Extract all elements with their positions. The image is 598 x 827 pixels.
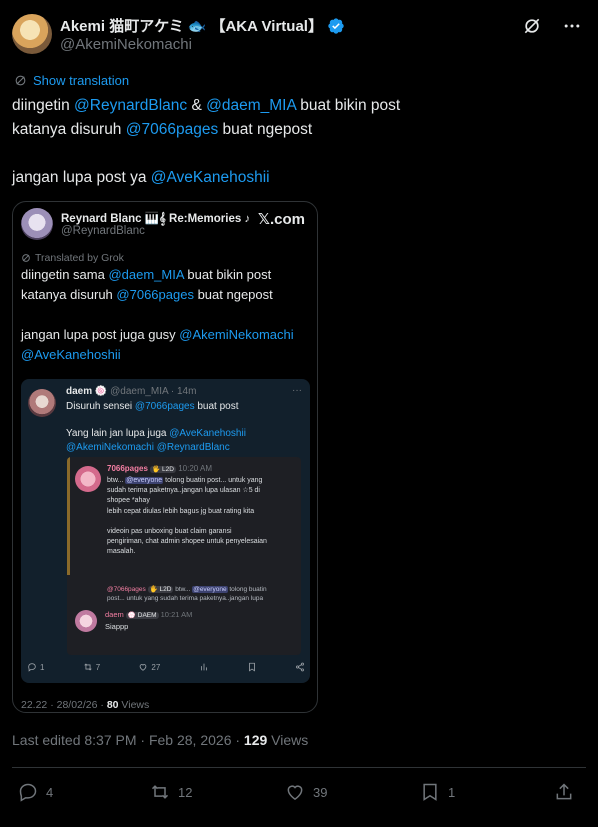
show-translation-link[interactable]: Show translation (14, 73, 129, 88)
edited-timestamp[interactable]: Last edited 8:37 PM · Feb 28, 2026 · 129… (12, 732, 308, 748)
mention-link[interactable]: @AkemiNekomachi (179, 327, 293, 342)
share-icon (296, 662, 304, 672)
bookmark-icon (423, 783, 437, 801)
stats-icon (200, 663, 207, 671)
reply-icon (19, 783, 37, 802)
mention-link[interactable]: @ReynardBlanc (74, 97, 187, 114)
discord-author: 7066pages 🖐 L2D 10:20 AM (107, 464, 213, 473)
discord-message: btw... @everyone tolong buatin post... u… (107, 477, 267, 556)
reply-count: 4 (46, 784, 54, 800)
highlight-bar (67, 457, 70, 575)
share-icon (556, 783, 572, 800)
author-display-name[interactable]: Akemi 猫町アケミ (60, 15, 184, 36)
embedded-bookmark (247, 662, 257, 672)
author-name[interactable]: Akemi 猫町アケミ 🐟 【AKA Virtual】 (60, 15, 345, 36)
discord-reply-preview: @7066pages 🖐 L2D btw... @everyone tolong… (107, 586, 267, 602)
divider (12, 767, 586, 768)
retweet-button[interactable]: 12 (150, 782, 192, 802)
embedded-avatar (28, 389, 56, 417)
quote-avatar[interactable] (21, 208, 53, 240)
embedded-text: Disuruh sensei @7066pages buat post Yang… (66, 401, 246, 453)
grok-icon (22, 254, 30, 262)
embedded-like: 27 (138, 662, 160, 672)
heart-icon (287, 785, 303, 800)
discord-avatar (75, 466, 101, 492)
show-translation-label[interactable]: Show translation (33, 73, 129, 88)
heart-icon (140, 664, 147, 671)
mention-link[interactable]: @7066pages (126, 121, 218, 138)
tweet-header: Akemi 猫町アケミ 🐟 【AKA Virtual】 @AkemiNekoma… (12, 14, 582, 56)
embedded-reply: 1 (27, 662, 44, 672)
quote-text: diingetin sama @daem_MIA buat bikin post… (21, 267, 294, 362)
quote-timestamp[interactable]: 22.22 · 28/02/26 · 80 Views (21, 699, 149, 711)
tweet-actions: 4 12 39 1 (18, 782, 580, 804)
bookmark-count: 1 (448, 784, 456, 800)
bookmark-icon (248, 662, 255, 672)
share-button[interactable] (554, 782, 574, 802)
retweet-icon (151, 785, 169, 799)
like-count: 39 (313, 784, 328, 800)
author-tag: 【AKA Virtual】 (210, 18, 323, 35)
quote-author-handle[interactable]: @ReynardBlanc (61, 225, 145, 237)
bookmark-button[interactable]: 1 (420, 782, 455, 802)
fish-emoji: 🐟 (187, 17, 207, 35)
mention-link[interactable]: @7066pages (116, 287, 194, 302)
discord-author: daem 💮 DAEM 10:21 AM (105, 610, 193, 619)
quoted-tweet[interactable]: Reynard Blanc 🎹𝄞 Re:Memories ♪ @ReynardB… (12, 201, 318, 713)
grok-translate-icon (15, 75, 26, 86)
reply-button[interactable]: 4 (18, 782, 53, 802)
discord-screenshot: 7066pages 🖐 L2D 10:20 AM btw... @everyon… (67, 457, 301, 655)
discord-avatar (75, 610, 97, 632)
embedded-screenshot[interactable]: daem 🍥 @daem_MIA · 14m ··· Disuruh sense… (21, 379, 310, 683)
mention-link[interactable]: @daem_MIA (206, 97, 296, 114)
retweet-icon (84, 663, 92, 671)
discord-message: Siappp (105, 622, 129, 631)
tweet-text: diingetin @ReynardBlanc & @daem_MIA buat… (12, 97, 401, 186)
quote-author-name[interactable]: Reynard Blanc 🎹𝄞 Re:Memories ♪ (61, 211, 250, 226)
mention-link[interactable]: @daem_MIA (108, 267, 183, 282)
x-com-logo: 𝕏.com (257, 211, 305, 228)
verified-badge-icon (328, 17, 344, 34)
embedded-share (295, 662, 305, 672)
embedded-author: daem 🍥 @daem_MIA · 14m (66, 386, 197, 397)
mention-link[interactable]: @AveKanehoshii (151, 169, 270, 186)
grok-icon[interactable] (522, 16, 542, 36)
retweet-count: 12 (178, 784, 193, 800)
reply-icon (28, 663, 36, 672)
embedded-stats (199, 662, 209, 672)
embedded-actions: 1 7 27 (27, 662, 305, 672)
embedded-retweet: 7 (83, 662, 100, 672)
more-options-icon[interactable] (562, 16, 582, 36)
author-handle[interactable]: @AkemiNekomachi (60, 36, 192, 53)
like-button[interactable]: 39 (285, 782, 327, 802)
translated-by-grok: Translated by Grok (21, 252, 124, 264)
embedded-more-icon: ··· (292, 385, 302, 396)
avatar[interactable] (12, 14, 52, 54)
mention-link[interactable]: @AveKanehoshii (21, 347, 121, 362)
